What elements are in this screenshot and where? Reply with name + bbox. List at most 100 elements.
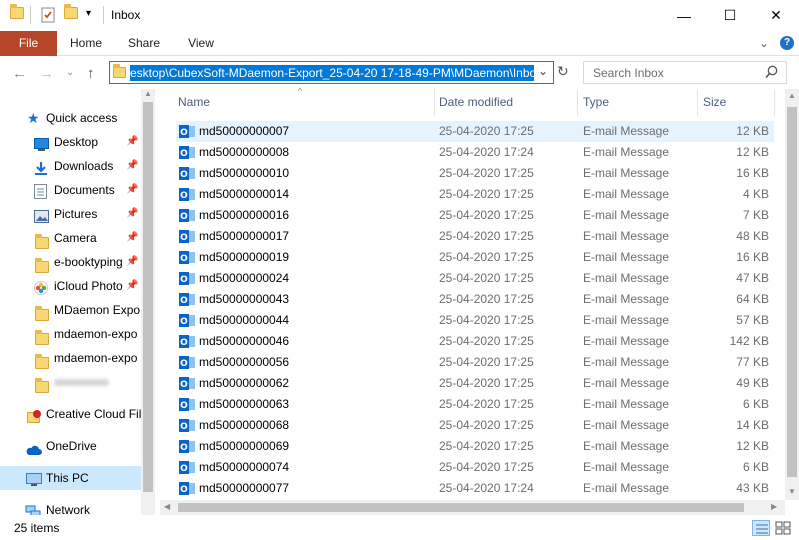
scrollbar-thumb[interactable] <box>787 107 797 477</box>
nav-item-e-booktyping[interactable]: e-booktyping 📌 <box>0 250 141 274</box>
file-date-modified: 25-04-2020 17:25 <box>439 208 534 222</box>
file-row[interactable]: Omd50000000014 25-04-2020 17:25 E-mail Mes… <box>176 184 774 205</box>
file-type: E-mail Message <box>583 376 670 390</box>
minimize-button[interactable]: — <box>661 0 707 31</box>
tab-file[interactable]: File <box>0 31 57 56</box>
nav-item-this-pc[interactable]: This PC <box>0 466 141 490</box>
separator <box>30 6 31 24</box>
file-row[interactable]: Omd50000000074 25-04-2020 17:25 E-mail Mes… <box>176 457 774 478</box>
nav-item-mdaemon-export-3[interactable]: mdaemon-expo <box>0 346 141 370</box>
file-size: 16 KB <box>736 166 769 180</box>
file-row[interactable]: Omd50000000068 25-04-2020 17:25 E-mail Mes… <box>176 415 774 436</box>
file-row[interactable]: Omd50000000077 25-04-2020 17:24 E-mail Mes… <box>176 478 774 499</box>
title-bar: ▾ Inbox — ☐ ✕ <box>0 0 799 31</box>
nav-item-label: Documents <box>54 183 115 197</box>
column-divider[interactable] <box>697 89 698 116</box>
outlook-message-icon: O <box>179 439 195 454</box>
nav-item-documents[interactable]: Documents 📌 <box>0 178 141 202</box>
file-row[interactable]: Omd50000000008 25-04-2020 17:24 E-mail Mes… <box>176 142 774 163</box>
expand-ribbon-icon[interactable]: ⌄ <box>756 31 772 56</box>
maximize-button[interactable]: ☐ <box>707 0 753 31</box>
nav-item-downloads[interactable]: Downloads 📌 <box>0 154 141 178</box>
address-dropdown-icon[interactable]: ⌄ <box>538 64 548 78</box>
address-bar[interactable]: esktop\CubexSoft-MDaemon-Export_25-04-20… <box>109 61 554 84</box>
new-folder-icon[interactable] <box>64 4 78 24</box>
icloud-photos-icon <box>34 279 48 295</box>
nav-item-label: Quick access <box>46 111 118 125</box>
search-icon[interactable] <box>765 65 778 82</box>
scroll-up-icon[interactable]: ▲ <box>144 89 152 98</box>
file-row[interactable]: Omd50000000056 25-04-2020 17:25 E-mail Mes… <box>176 352 774 373</box>
scrollbar-thumb[interactable] <box>143 102 153 492</box>
tab-home[interactable]: Home <box>63 31 109 56</box>
column-header-date-modified[interactable]: Date modified <box>439 89 513 116</box>
properties-icon[interactable] <box>40 7 56 24</box>
search-placeholder: Search Inbox <box>593 66 664 80</box>
file-row[interactable]: Omd50000000019 25-04-2020 17:25 E-mail Mes… <box>176 247 774 268</box>
back-arrow-icon[interactable]: ← <box>12 65 27 82</box>
file-row[interactable]: Omd50000000007 25-04-2020 17:25 E-mail Mes… <box>176 121 774 142</box>
help-icon[interactable]: ? <box>780 36 794 50</box>
nav-item-creative-cloud[interactable]: Creative Cloud Fil <box>0 402 141 426</box>
file-type: E-mail Message <box>583 208 670 222</box>
file-type: E-mail Message <box>583 271 670 285</box>
file-row[interactable]: Omd50000000046 25-04-2020 17:25 E-mail Mes… <box>176 331 774 352</box>
column-divider[interactable] <box>577 89 578 116</box>
customize-quick-access-icon[interactable]: ▾ <box>86 8 91 25</box>
nav-item-desktop[interactable]: Desktop 📌 <box>0 130 141 154</box>
file-row[interactable]: Omd50000000010 25-04-2020 17:25 E-mail Mes… <box>176 163 774 184</box>
column-divider[interactable] <box>434 89 435 116</box>
refresh-icon[interactable]: ↻ <box>557 63 569 80</box>
file-type: E-mail Message <box>583 250 670 264</box>
details-view-icon[interactable] <box>752 520 770 536</box>
file-row[interactable]: Omd50000000063 25-04-2020 17:25 E-mail Mes… <box>176 394 774 415</box>
svg-text:O: O <box>180 254 188 264</box>
scroll-right-icon[interactable]: ▶ <box>771 502 777 511</box>
file-row[interactable]: Omd50000000016 25-04-2020 17:25 E-mail Mes… <box>176 205 774 226</box>
outlook-message-icon: O <box>179 250 195 265</box>
up-arrow-icon[interactable]: ↑ <box>87 65 95 82</box>
file-type: E-mail Message <box>583 292 670 306</box>
column-divider[interactable] <box>774 89 775 116</box>
nav-item-icloud-photos[interactable]: iCloud Photo 📌 <box>0 274 141 298</box>
tab-view[interactable]: View <box>178 31 224 56</box>
file-type: E-mail Message <box>583 187 670 201</box>
column-header-type[interactable]: Type <box>583 89 609 116</box>
nav-item-blurred-folder[interactable] <box>0 370 141 394</box>
file-size: 14 KB <box>736 418 769 432</box>
large-icons-view-icon[interactable] <box>775 521 791 538</box>
nav-item-quick-access[interactable]: ★ Quick access <box>0 106 141 130</box>
nav-item-mdaemon-export-2[interactable]: mdaemon-expo <box>0 322 141 346</box>
outlook-message-icon: O <box>179 187 195 202</box>
scroll-up-icon[interactable]: ▲ <box>788 91 796 100</box>
tab-share[interactable]: Share <box>121 31 167 56</box>
column-header-name[interactable]: Name <box>178 89 210 116</box>
file-name: md50000000019 <box>199 250 290 264</box>
pc-icon <box>26 471 42 486</box>
scrollbar-thumb[interactable] <box>178 503 744 512</box>
svg-text:O: O <box>180 170 188 180</box>
close-button[interactable]: ✕ <box>753 0 799 31</box>
forward-arrow-icon[interactable]: → <box>39 65 54 82</box>
address-path[interactable]: esktop\CubexSoft-MDaemon-Export_25-04-20… <box>130 65 534 81</box>
search-input[interactable]: Search Inbox <box>583 61 787 84</box>
file-size: 7 KB <box>742 208 769 222</box>
file-date-modified: 25-04-2020 17:25 <box>439 271 534 285</box>
nav-item-mdaemon-export-1[interactable]: MDaemon Expo <box>0 298 141 322</box>
nav-item-camera[interactable]: Camera 📌 <box>0 226 141 250</box>
file-row[interactable]: Omd50000000017 25-04-2020 17:25 E-mail Mes… <box>176 226 774 247</box>
scroll-down-icon[interactable]: ▼ <box>788 487 796 496</box>
nav-item-onedrive[interactable]: OneDrive <box>0 434 141 458</box>
file-row[interactable]: Omd50000000069 25-04-2020 17:25 E-mail Mes… <box>176 436 774 457</box>
file-row[interactable]: Omd50000000043 25-04-2020 17:25 E-mail Mes… <box>176 289 774 310</box>
column-header-size[interactable]: Size <box>703 89 726 116</box>
file-row[interactable]: Omd50000000024 25-04-2020 17:25 E-mail Mes… <box>176 268 774 289</box>
file-row[interactable]: Omd50000000044 25-04-2020 17:25 E-mail Mes… <box>176 310 774 331</box>
file-row[interactable]: Omd50000000062 25-04-2020 17:25 E-mail Mes… <box>176 373 774 394</box>
scroll-left-icon[interactable]: ◀ <box>164 502 170 511</box>
horizontal-scrollbar[interactable]: ◀ ▶ <box>160 500 785 515</box>
recent-locations-icon[interactable]: ⌄ <box>66 67 74 78</box>
nav-item-pictures[interactable]: Pictures 📌 <box>0 202 141 226</box>
file-list-scrollbar[interactable]: ▲ ▼ <box>785 89 799 500</box>
navigation-scrollbar[interactable]: ▲ <box>141 89 155 515</box>
